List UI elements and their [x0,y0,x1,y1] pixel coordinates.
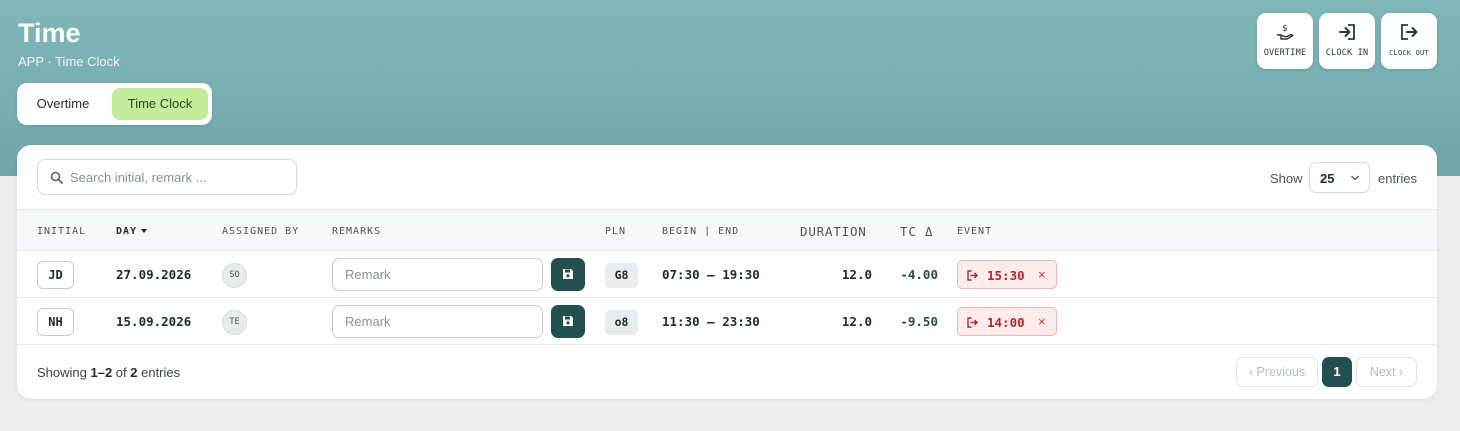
day-cell: 27.09.2026 [116,267,192,282]
column-duration[interactable]: DURATION [800,224,867,239]
page-button[interactable]: 1 [1322,357,1352,387]
column-begin-end[interactable]: BEGIN | END [662,226,739,237]
remove-event-button[interactable]: × [1038,267,1046,282]
svg-text:$: $ [1282,24,1288,34]
tc-delta-cell: -4.00 [900,267,938,282]
table-header: INITIAL DAY ASSIGNED BY REMARKS PLN BEGI… [17,209,1437,251]
pln-badge: o8 [605,310,638,335]
column-event[interactable]: EVENT [957,226,992,237]
column-remarks[interactable]: REMARKS [332,226,381,237]
sign-in-icon [1339,24,1355,40]
duration-cell: 12.0 [841,267,872,282]
previous-page-button[interactable]: ‹ Previous [1236,357,1318,387]
time-clock-card: Show 25 entries INITIAL DAY ASSIGNED BY … [17,145,1437,399]
search-input[interactable] [70,160,290,194]
pln-badge: G8 [605,263,638,288]
table-row: JD 27.09.2026 SO G8 07:30 – 19:30 12.0 -… [17,251,1437,298]
column-assigned-by[interactable]: ASSIGNED BY [222,226,299,237]
duration-cell: 12.0 [841,314,872,329]
clock-out-button-label: CLOCK OUT [1389,49,1429,57]
next-page-button[interactable]: Next › [1356,357,1417,387]
sign-out-icon [967,270,978,281]
avatar: TE [222,310,247,335]
sort-desc-icon [141,229,148,233]
save-remark-button[interactable] [551,258,585,291]
chevron-down-icon [1351,175,1359,181]
floppy-disk-icon [563,316,573,326]
column-initial[interactable]: INITIAL [37,226,86,237]
chevron-right-icon: › [1399,365,1404,379]
clock-out-button[interactable]: CLOCK OUT [1381,13,1437,69]
table-info-suffix: entries [137,365,181,380]
table-row: NH 15.09.2026 TE o8 11:30 – 23:30 12.0 -… [17,298,1437,345]
initial-badge: JD [37,261,74,289]
table-info-mid: of [112,365,131,380]
remark-input[interactable] [332,305,543,338]
tc-delta-cell: -9.50 [900,314,938,329]
event-badge: 14:00 × [957,307,1057,336]
day-cell: 15.09.2026 [116,314,192,329]
search-box [37,159,297,195]
table-info-total: 2 [130,365,138,380]
sign-out-icon [967,317,978,328]
tab-bar: Overtime Time Clock [17,83,212,125]
sign-out-icon [1401,24,1418,40]
clock-in-button-label: CLOCK IN [1325,48,1369,58]
initial-badge: NH [37,308,74,336]
hand-dollar-icon: $ [1277,24,1294,40]
chevron-left-icon: ‹ [1248,365,1254,379]
previous-page-label: Previous [1256,365,1306,379]
floppy-disk-icon [563,269,573,279]
tab-time-clock[interactable]: Time Clock [112,88,208,120]
event-time: 14:00 [987,315,1025,330]
next-page-label: Next [1369,365,1396,379]
breadcrumb: APP · Time Clock [18,54,120,69]
event-badge: 15:30 × [957,260,1057,289]
entries-select[interactable]: 25 [1309,162,1370,193]
column-pln[interactable]: PLN [605,226,626,237]
table-info-prefix: Showing [37,365,91,380]
column-tc-delta[interactable]: TC Δ [900,224,933,239]
table-info: Showing 1–2 of 2 entries [37,365,180,380]
begin-end-cell: 11:30 – 23:30 [662,314,760,329]
remove-event-button[interactable]: × [1038,314,1046,329]
table-info-range: 1–2 [90,365,113,380]
page-title: Time [18,18,81,48]
tab-overtime[interactable]: Overtime [23,88,103,120]
search-icon [50,171,63,184]
begin-end-cell: 07:30 – 19:30 [662,267,760,282]
remark-input[interactable] [332,258,543,291]
entries-label: entries [1378,171,1418,186]
column-day[interactable]: DAY [116,226,148,237]
event-time: 15:30 [987,268,1025,283]
overtime-button-label: OVERTIME [1263,48,1307,58]
avatar: SO [222,263,247,288]
save-remark-button[interactable] [551,305,585,338]
clock-in-button[interactable]: CLOCK IN [1319,13,1375,69]
show-label: Show [1270,171,1303,186]
column-day-label: DAY [116,226,138,237]
entries-select-value: 25 [1320,171,1335,186]
overtime-button[interactable]: $ OVERTIME [1257,13,1313,69]
